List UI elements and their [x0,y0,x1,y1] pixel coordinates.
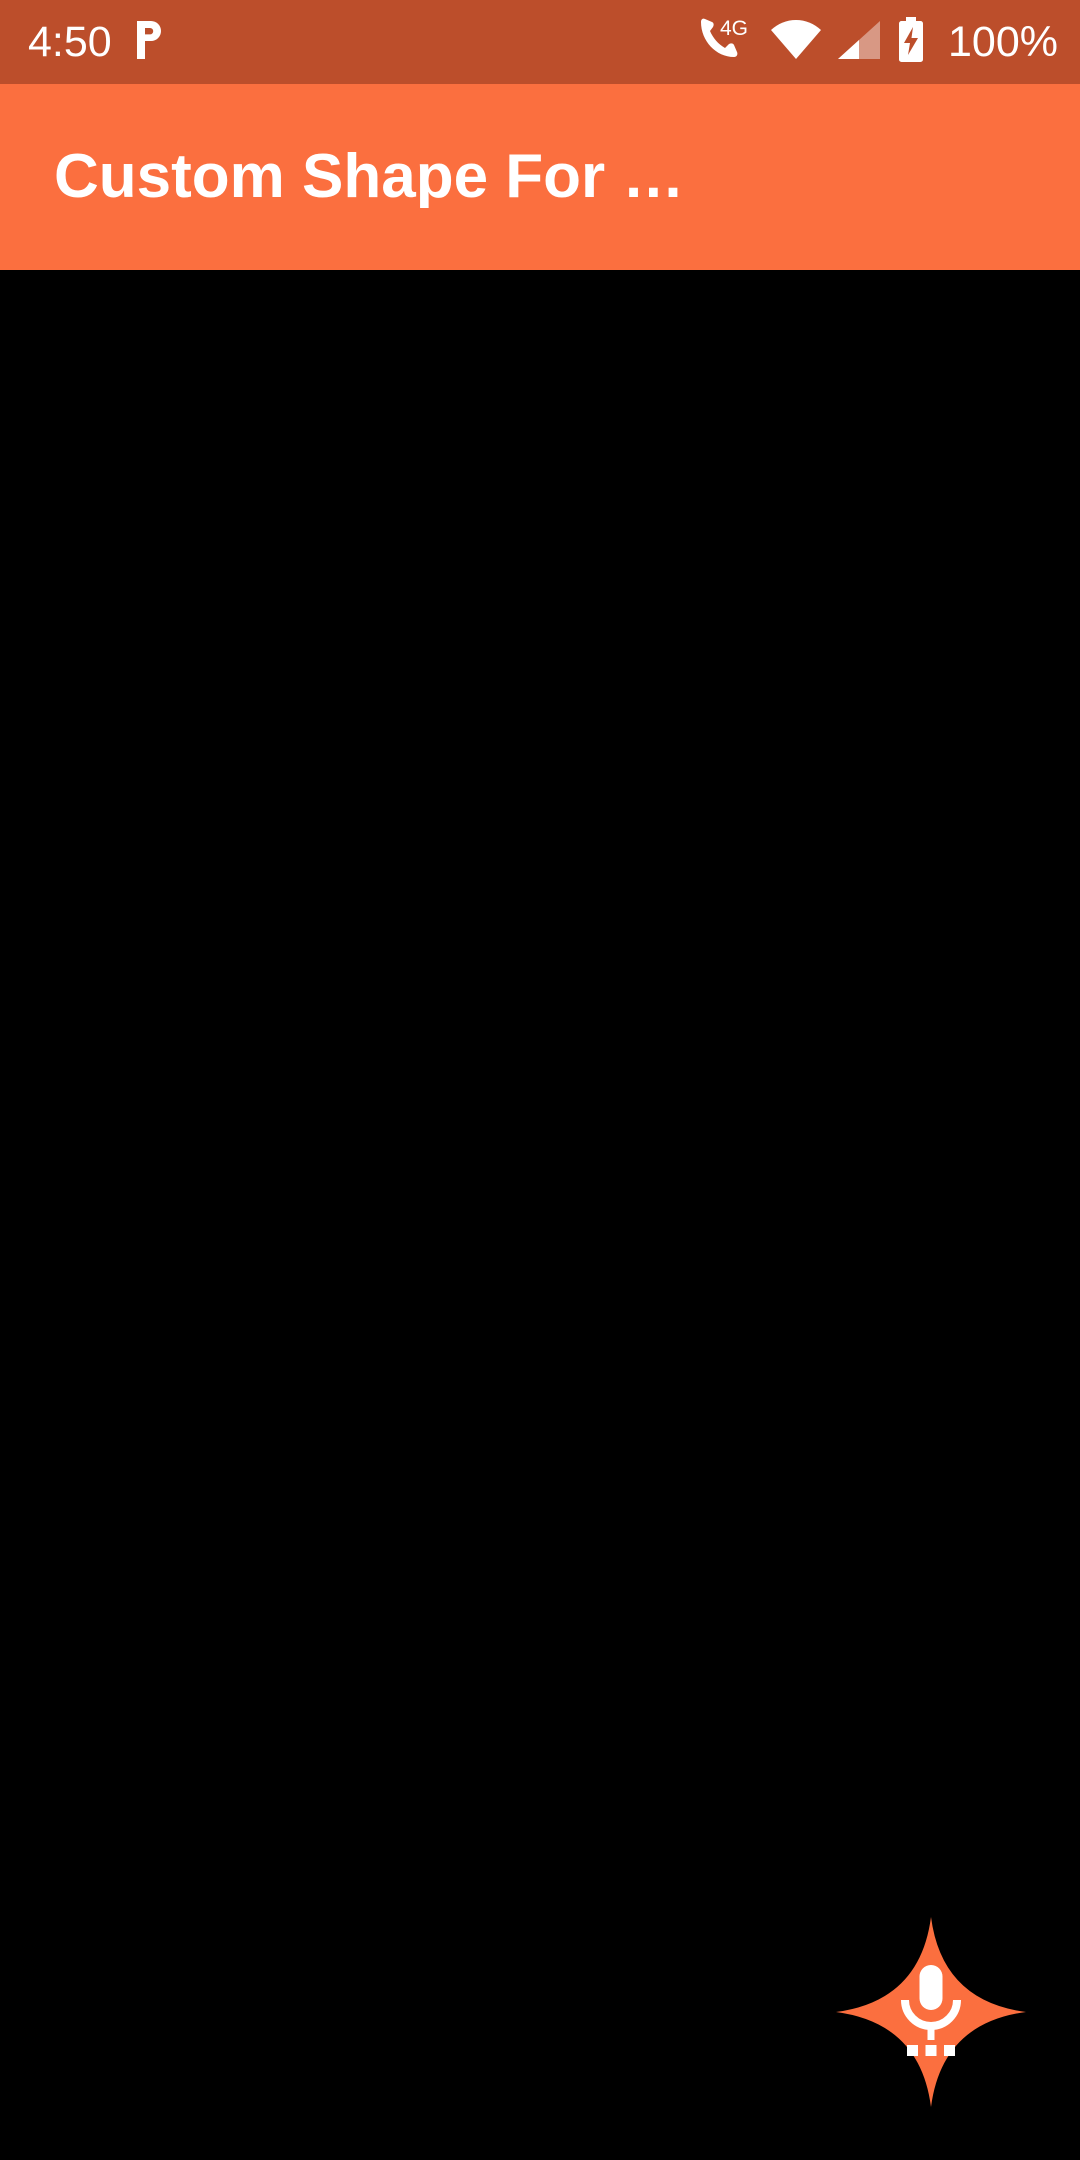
status-bar-right-group: 4G 100% [698,16,1058,69]
pandora-p-icon [132,19,166,66]
cellular-signal-icon [836,19,882,66]
battery-percent-label: 100% [948,17,1058,66]
phone-4g-icon: 4G [698,16,756,69]
status-bar: 4:50 4G 100% [0,0,1080,84]
four-pointed-star-shape [836,1917,1026,2107]
wifi-icon [770,19,822,66]
page-title: Custom Shape For … [54,146,685,208]
battery-charging-icon [896,16,926,69]
voice-input-fab[interactable] [836,1917,1026,2107]
status-bar-left-group: 4:50 [28,19,166,66]
content-area [0,270,1080,2160]
status-bar-clock: 4:50 [28,17,112,66]
app-bar: Custom Shape For … [0,84,1080,270]
svg-text:4G: 4G [720,17,748,40]
